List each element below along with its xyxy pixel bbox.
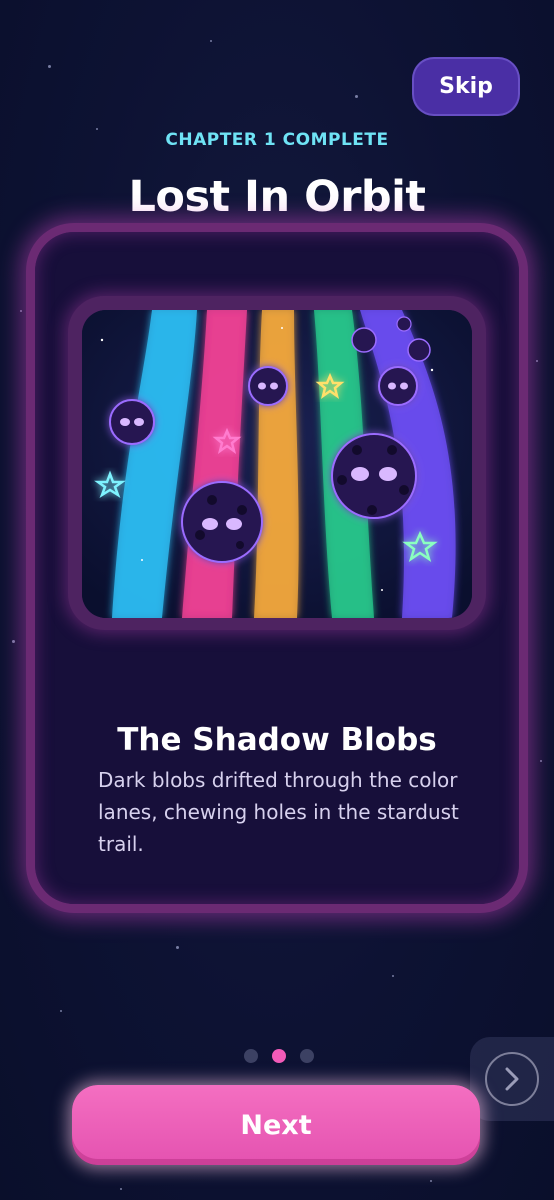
chapter-complete-label: CHAPTER 1 COMPLETE <box>165 130 389 150</box>
scene-title: The Shadow Blobs <box>117 722 437 758</box>
pagination-dot <box>244 1049 258 1063</box>
chevron-right-icon <box>485 1052 539 1106</box>
shadow-blob-mid <box>248 366 288 406</box>
next-button[interactable]: Next <box>72 1085 480 1165</box>
page-title: Lost In Orbit <box>128 172 426 222</box>
shadow-blob-large <box>181 481 263 563</box>
pagination-dot <box>272 1049 286 1063</box>
pagination-dots <box>244 1049 314 1063</box>
shadow-blob-left <box>109 399 155 445</box>
scene-description: Dark blobs drifted through the color lan… <box>98 768 459 856</box>
skip-button[interactable]: Skip <box>412 57 520 116</box>
next-page-arrow-button[interactable] <box>470 1037 554 1121</box>
pagination-dot <box>300 1049 314 1063</box>
story-illustration <box>82 310 472 618</box>
shadow-blob-right <box>331 433 417 519</box>
lane-orange <box>254 310 299 618</box>
